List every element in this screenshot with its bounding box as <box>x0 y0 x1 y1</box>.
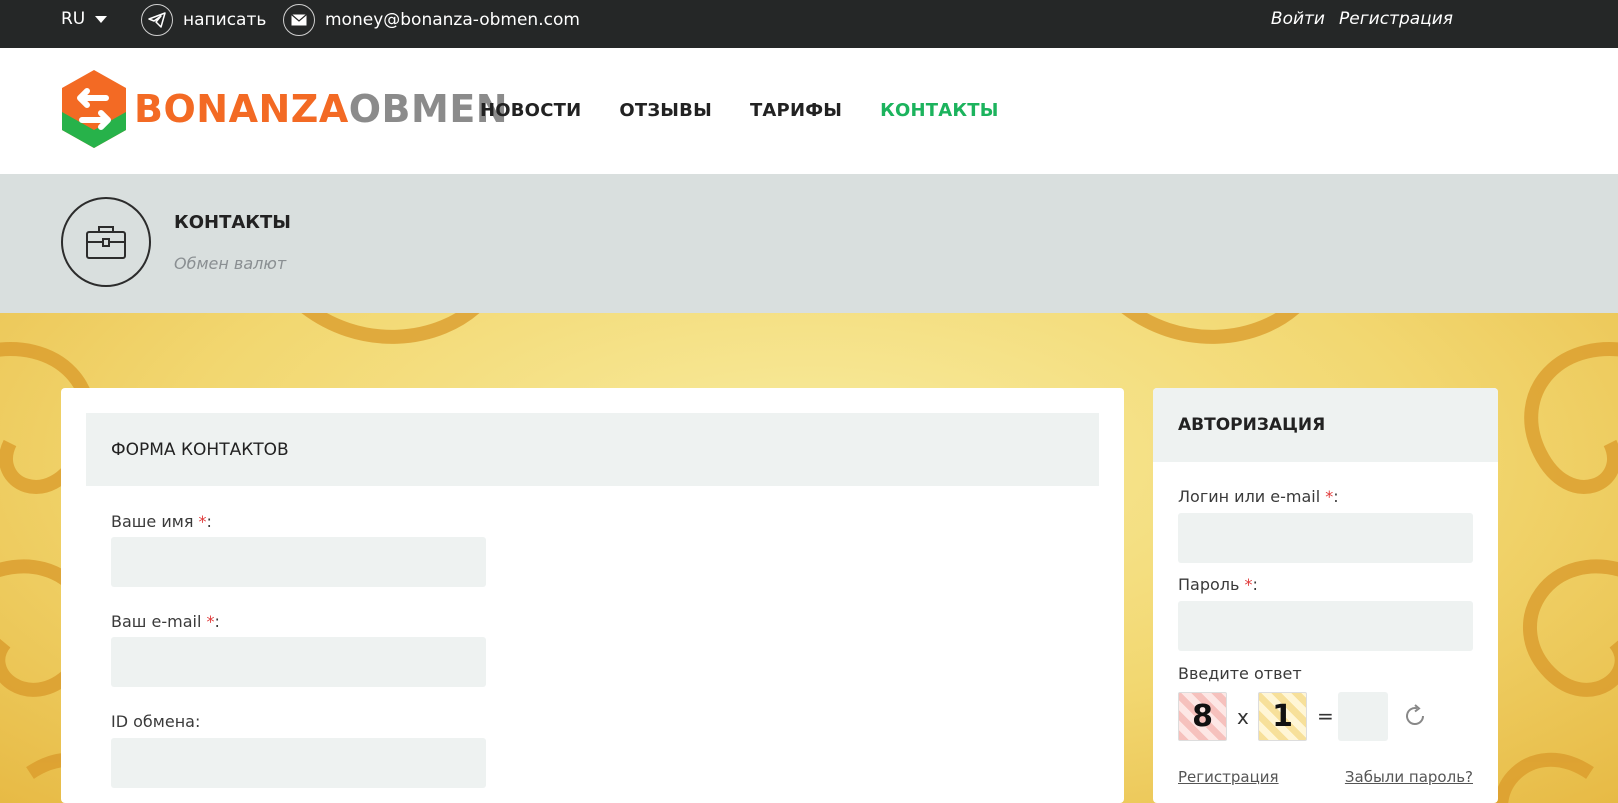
nav-item-news[interactable]: НОВОСТИ <box>480 100 581 121</box>
nav-item-contacts[interactable]: КОНТАКТЫ <box>880 100 999 121</box>
auth-header: АВТОРИЗАЦИЯ <box>1153 388 1498 462</box>
login-input[interactable] <box>1178 513 1473 563</box>
email-input[interactable] <box>111 637 486 687</box>
captcha-equals: = <box>1317 704 1334 728</box>
exchange-id-label: ID обмена: <box>111 712 201 731</box>
auth-register-link[interactable]: Регистрация <box>1178 768 1279 786</box>
site-header: BONANZAOBMEN НОВОСТИ ОТЗЫВЫ ТАРИФЫ КОНТА… <box>0 48 1618 174</box>
auth-links: Войти Регистрация <box>1271 0 1453 38</box>
captcha-answer-input[interactable] <box>1338 692 1388 741</box>
required-mark: * <box>198 512 207 531</box>
contact-form-card: ФОРМА КОНТАКТОВ Ваше имя *: Ваш e-mail *… <box>61 388 1124 803</box>
telegram-icon <box>141 4 173 36</box>
required-mark: * <box>206 612 215 631</box>
auth-card: АВТОРИЗАЦИЯ Логин или e-mail *: Пароль *… <box>1153 388 1498 803</box>
language-selector[interactable]: RU <box>61 0 108 38</box>
login-label: Логин или e-mail *: <box>1178 487 1339 506</box>
auth-title: АВТОРИЗАЦИЯ <box>1178 415 1326 435</box>
name-input[interactable] <box>111 537 486 587</box>
required-mark: * <box>1244 575 1253 594</box>
register-link[interactable]: Регистрация <box>1339 9 1453 29</box>
exchange-id-label-text: ID обмена <box>111 712 195 731</box>
page-title: КОНТАКТЫ <box>174 212 291 233</box>
main-nav: НОВОСТИ ОТЗЫВЫ ТАРИФЫ КОНТАКТЫ <box>480 100 999 121</box>
password-input[interactable] <box>1178 601 1473 651</box>
contact-form-header: ФОРМА КОНТАКТОВ <box>86 413 1099 486</box>
logo-text: BONANZAOBMEN <box>134 90 508 128</box>
language-label: RU <box>61 9 86 29</box>
login-label-text: Логин или e-mail <box>1178 487 1321 506</box>
password-label-text: Пароль <box>1178 575 1240 594</box>
telegram-contact[interactable]: написать <box>141 3 266 37</box>
page-subtitle: Обмен валют <box>174 254 287 273</box>
email-label: money@bonanza-obmen.com <box>325 10 580 30</box>
login-link[interactable]: Войти <box>1271 9 1325 29</box>
logo[interactable]: BONANZAOBMEN <box>60 68 508 150</box>
briefcase-icon <box>61 197 151 287</box>
captcha-digit-b: 1 <box>1258 692 1307 741</box>
captcha-operator: x <box>1237 705 1249 729</box>
logo-text-part1: BONANZA <box>134 87 349 131</box>
nav-item-reviews[interactable]: ОТЗЫВЫ <box>619 100 712 121</box>
forgot-password-link[interactable]: Забыли пароль? <box>1345 768 1473 786</box>
nav-item-tariffs[interactable]: ТАРИФЫ <box>750 100 842 121</box>
name-label: Ваше имя *: <box>111 512 212 531</box>
telegram-label: написать <box>183 10 267 30</box>
page-title-band: КОНТАКТЫ Обмен валют <box>0 174 1618 313</box>
caret-down-icon <box>95 15 108 23</box>
captcha-digit-a: 8 <box>1178 692 1227 741</box>
email-label: Ваш e-mail *: <box>111 612 220 631</box>
top-bar: RU написать money@bonanza-obmen.com Войт… <box>0 0 1618 48</box>
email-label-text: Ваш e-mail <box>111 612 202 631</box>
name-label-text: Ваше имя <box>111 512 194 531</box>
email-contact[interactable]: money@bonanza-obmen.com <box>283 3 580 37</box>
contact-form-title: ФОРМА КОНТАКТОВ <box>111 440 289 460</box>
exchange-id-input[interactable] <box>111 738 486 788</box>
mail-icon <box>283 4 315 36</box>
password-label: Пароль *: <box>1178 575 1258 594</box>
logo-exchange-icon <box>62 70 126 148</box>
captcha-label: Введите ответ <box>1178 664 1302 683</box>
required-mark: * <box>1325 487 1334 506</box>
refresh-icon[interactable] <box>1402 703 1428 733</box>
